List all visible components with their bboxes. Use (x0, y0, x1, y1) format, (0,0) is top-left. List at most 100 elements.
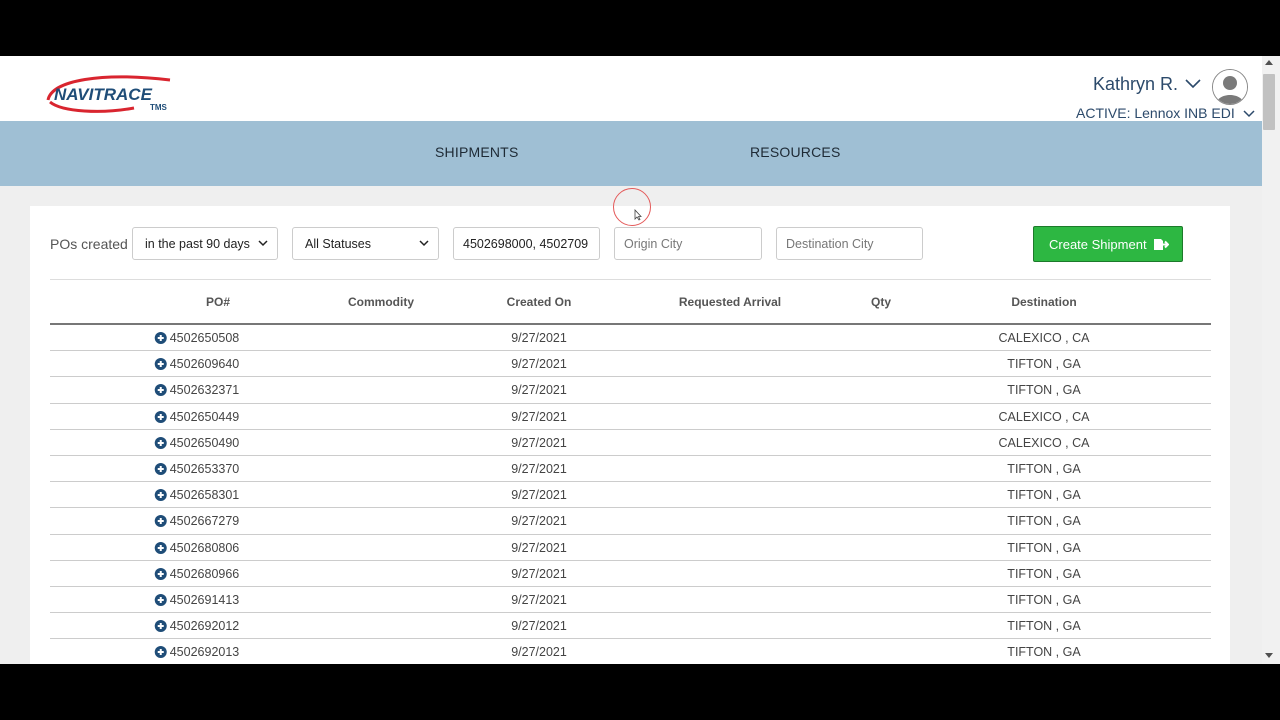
created-on-cell: 9/27/2021 (511, 461, 567, 476)
destination-cell: TIFTON , GA (1007, 383, 1081, 398)
po-cell[interactable]: 4502691413 (154, 592, 240, 607)
column-header-qty[interactable]: Qty (871, 295, 891, 309)
po-number: 4502680966 (169, 566, 240, 581)
expand-plus-icon[interactable] (154, 646, 167, 659)
destination-cell: TIFTON , GA (1007, 566, 1081, 581)
created-on-cell: 9/27/2021 (511, 383, 567, 398)
mouse-cursor-icon (634, 209, 642, 221)
table-row[interactable]: 4502609640 9/27/2021 TIFTON , GA (50, 351, 1211, 378)
po-cell[interactable]: 4502650508 (154, 331, 239, 345)
po-cell[interactable]: 4502653370 (154, 461, 240, 476)
destination-cell: TIFTON , GA (1007, 645, 1081, 660)
table-row[interactable]: 4502650490 9/27/2021 CALEXICO , CA (50, 430, 1211, 456)
destination-city-input[interactable]: Destination City (776, 227, 923, 260)
po-cell[interactable]: 4502667279 (154, 514, 239, 528)
status-value: All Statuses (305, 237, 372, 251)
chevron-down-icon[interactable] (1184, 77, 1202, 91)
po-cell[interactable]: 4502609640 (154, 357, 239, 371)
po-number: 4502650490 (169, 435, 240, 450)
po-cell[interactable]: 4502680966 (154, 566, 240, 581)
vertical-scrollbar[interactable] (1262, 56, 1280, 664)
expand-plus-icon[interactable] (154, 593, 167, 606)
created-on-cell: 9/27/2021 (511, 566, 567, 581)
po-list-card: POs created in the past 90 days All Stat… (30, 206, 1230, 664)
expand-plus-icon[interactable] (154, 436, 167, 449)
expand-plus-icon[interactable] (154, 462, 167, 475)
destination-cell: TIFTON , GA (1007, 619, 1081, 634)
po-cell[interactable]: 4502680806 (154, 540, 240, 555)
table-row[interactable]: 4502692012 9/27/2021 TIFTON , GA (50, 613, 1211, 640)
expand-plus-icon[interactable] (154, 541, 167, 554)
po-search-input[interactable]: 4502698000, 4502709 (453, 227, 600, 260)
po-cell[interactable]: 4502650490 (154, 435, 240, 450)
scroll-up-icon[interactable] (1265, 60, 1273, 65)
po-cell[interactable]: 4502650449 (154, 409, 240, 424)
column-header-destination[interactable]: Destination (1011, 295, 1076, 309)
table-row[interactable]: 4502653370 9/27/2021 TIFTON , GA (50, 456, 1211, 483)
active-account-selector[interactable]: ACTIVE: Lennox INB EDI (1076, 105, 1255, 121)
origin-city-input[interactable]: Origin City (614, 227, 762, 260)
table-row[interactable]: 4502632371 9/27/2021 TIFTON , GA (50, 377, 1211, 404)
destination-city-placeholder: Destination City (786, 237, 874, 251)
destination-cell: TIFTON , GA (1007, 357, 1081, 372)
avatar[interactable] (1212, 69, 1248, 105)
destination-cell: CALEXICO , CA (998, 331, 1090, 345)
filter-label: POs created (50, 236, 128, 252)
create-shipment-button[interactable]: Create Shipment (1033, 226, 1183, 262)
po-number: 4502650449 (169, 409, 240, 424)
expand-plus-icon[interactable] (154, 620, 167, 633)
po-number: 4502691413 (169, 592, 240, 607)
expand-plus-icon[interactable] (154, 384, 167, 397)
created-on-cell: 9/27/2021 (511, 357, 567, 372)
table-row[interactable]: 4502691413 9/27/2021 TIFTON , GA (50, 587, 1211, 614)
expand-plus-icon[interactable] (154, 567, 167, 580)
column-header-created-on[interactable]: Created On (507, 295, 572, 309)
po-number: 4502692012 (169, 619, 240, 634)
origin-city-placeholder: Origin City (624, 237, 683, 251)
logo-text: NAVITRACE (54, 85, 153, 104)
po-number: 4502680806 (169, 540, 240, 555)
navitrace-logo[interactable]: NAVITRACE TMS (42, 70, 178, 114)
expand-plus-icon[interactable] (154, 410, 167, 423)
po-cell[interactable]: 4502658301 (154, 488, 239, 502)
expand-plus-icon[interactable] (154, 515, 167, 528)
table-row[interactable]: 4502650508 9/27/2021 CALEXICO , CA (50, 325, 1211, 352)
table-row[interactable]: 4502680806 9/27/2021 TIFTON , GA (50, 535, 1211, 561)
created-on-cell: 9/27/2021 (511, 435, 567, 450)
table-row[interactable]: 4502667279 9/27/2021 TIFTON , GA (50, 508, 1211, 535)
nav-shipments[interactable]: SHIPMENTS (435, 144, 518, 160)
po-search-value: 4502698000, 4502709 (463, 237, 589, 251)
app-header: NAVITRACE TMS Kathryn R. ACTIVE: Lennox … (0, 56, 1262, 121)
po-cell[interactable]: 4502692012 (154, 619, 240, 634)
po-number: 4502653370 (169, 461, 240, 476)
po-cell[interactable]: 4502692013 (154, 645, 240, 660)
table-row[interactable]: 4502658301 9/27/2021 TIFTON , GA (50, 482, 1211, 509)
destination-cell: CALEXICO , CA (998, 409, 1090, 424)
status-select[interactable]: All Statuses (292, 227, 439, 260)
column-header-commodity[interactable]: Commodity (348, 295, 414, 309)
logo-subtext: TMS (150, 103, 168, 112)
po-number: 4502692013 (169, 645, 240, 660)
created-on-cell: 9/27/2021 (511, 619, 567, 634)
date-range-select[interactable]: in the past 90 days (132, 227, 278, 260)
po-number: 4502632371 (169, 383, 240, 398)
destination-cell: TIFTON , GA (1007, 461, 1081, 476)
po-cell[interactable]: 4502632371 (154, 383, 240, 398)
chevron-down-icon (258, 240, 268, 247)
nav-resources[interactable]: RESOURCES (750, 144, 840, 160)
table-body: 4502650508 9/27/2021 CALEXICO , CA 45026096… (50, 325, 1211, 664)
table-row[interactable]: 4502692013 9/27/2021 TIFTON , GA (50, 639, 1211, 664)
expand-plus-icon[interactable] (154, 489, 167, 502)
scrollbar-thumb[interactable] (1263, 74, 1275, 130)
column-header-po[interactable]: PO# (206, 295, 230, 309)
expand-plus-icon[interactable] (154, 358, 167, 371)
chevron-down-icon (1243, 110, 1255, 118)
table-row[interactable]: 4502650449 9/27/2021 CALEXICO , CA (50, 404, 1211, 430)
user-name[interactable]: Kathryn R. (1093, 74, 1178, 95)
scroll-down-icon[interactable] (1265, 653, 1273, 658)
column-header-requested-arrival[interactable]: Requested Arrival (679, 295, 781, 309)
table-row[interactable]: 4502680966 9/27/2021 TIFTON , GA (50, 561, 1211, 587)
expand-plus-icon[interactable] (154, 332, 167, 344)
created-on-cell: 9/27/2021 (511, 331, 567, 345)
destination-cell: TIFTON , GA (1007, 540, 1081, 555)
